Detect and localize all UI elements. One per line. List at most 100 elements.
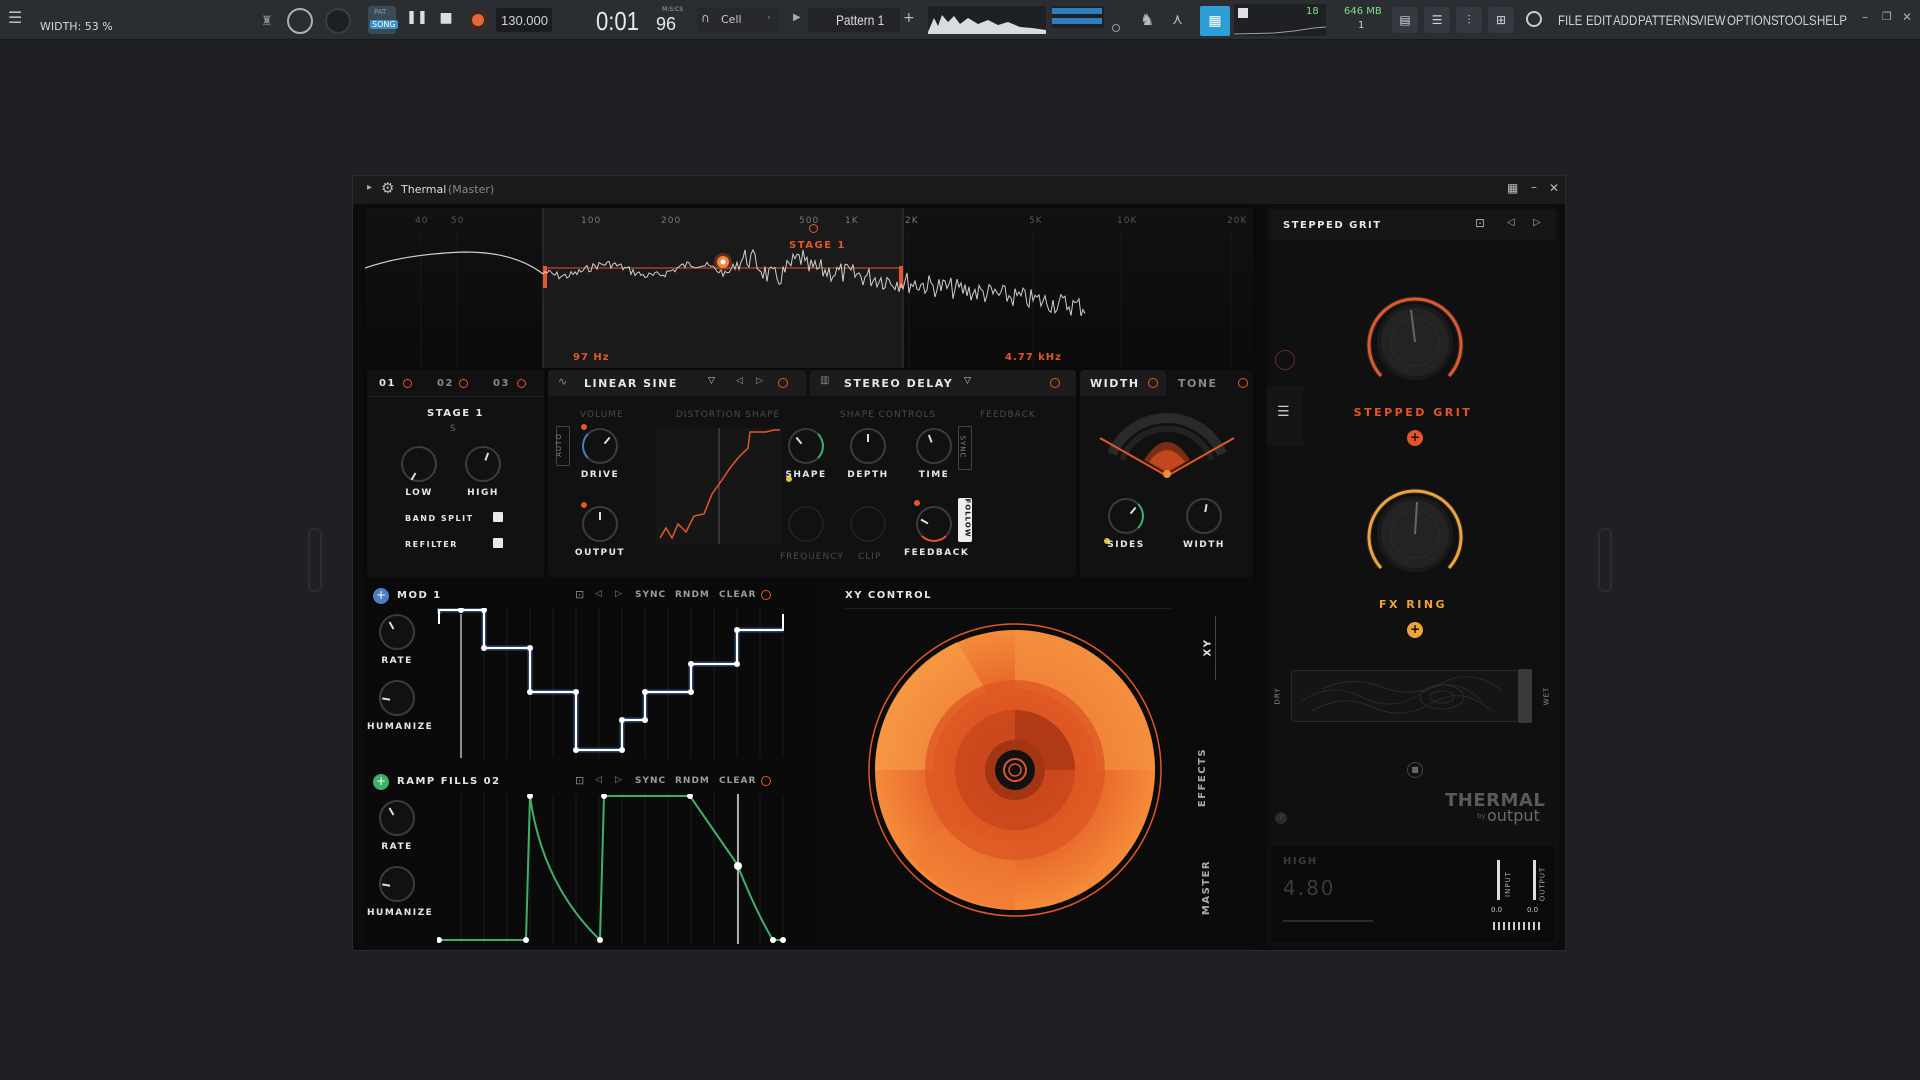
channel-rack-button[interactable]: ☰ (1424, 7, 1450, 33)
mod2-next-icon[interactable]: ▷ (615, 775, 622, 785)
time-knob[interactable] (916, 428, 952, 464)
width-power-icon[interactable] (1148, 378, 1158, 388)
window-menu-icon[interactable]: ▦ (1507, 181, 1518, 195)
song-position[interactable]: 0:01 M:S:CS 96 (594, 4, 684, 36)
distortion-dropdown-icon[interactable]: ▽ (708, 376, 715, 386)
plugin-picker-button[interactable]: ⊞ (1488, 7, 1514, 33)
menu-view[interactable]: VIEW (1696, 12, 1725, 28)
clip-knob[interactable] (850, 506, 886, 542)
menu-tools[interactable]: TOOLS (1778, 12, 1817, 28)
stop-button[interactable]: ■ (435, 10, 457, 32)
feedback-knob[interactable] (916, 506, 952, 542)
tab-width[interactable]: WIDTH (1090, 377, 1140, 390)
collapse-arrow-icon[interactable]: ▸ (367, 182, 372, 193)
sides-knob[interactable] (1108, 498, 1144, 534)
play-pattern-icon[interactable]: ▶ (793, 12, 801, 23)
auto-gain-toggle[interactable]: AUTO (555, 426, 570, 466)
sync-toggle[interactable]: SYNC (958, 426, 972, 470)
mod1-prev-icon[interactable]: ◁ (595, 589, 602, 599)
mod1-name[interactable]: MOD 1 (397, 590, 442, 601)
depth-knob[interactable] (850, 428, 886, 464)
solo-button[interactable]: S (450, 424, 457, 434)
distortion-prev-icon[interactable]: ◁ (736, 376, 743, 386)
pat-song-toggle[interactable]: PAT SONG (368, 6, 398, 34)
macro2-add-icon[interactable]: + (1407, 622, 1423, 638)
drive-knob[interactable] (582, 428, 618, 464)
toolbar-menu-icon[interactable]: ☰ (8, 8, 32, 32)
power-icon[interactable] (1526, 11, 1542, 27)
preset-prev-icon[interactable]: ◁ (1507, 217, 1515, 228)
pause-button[interactable]: ❚❚ (406, 10, 428, 32)
distortion-power-icon[interactable] (778, 378, 788, 388)
macro1-add-icon[interactable]: + (1407, 430, 1423, 446)
mod2-step-editor[interactable] (437, 794, 813, 944)
menu-file[interactable]: FILE (1558, 12, 1582, 28)
mod1-step-editor[interactable] (437, 608, 813, 758)
macro2-knob[interactable] (1359, 478, 1471, 590)
gear-icon[interactable]: ⚙ (381, 179, 394, 197)
side-tab-effects[interactable]: EFFECTS (1197, 748, 1208, 807)
playlist-button[interactable]: ▤ (1392, 7, 1418, 33)
metronome-icon[interactable]: ♜ (261, 14, 273, 29)
stage-01-power-icon[interactable] (403, 379, 412, 388)
distortion-shape-graph[interactable] (656, 428, 782, 544)
high-knob[interactable] (465, 446, 501, 482)
width-knob[interactable] (1186, 498, 1222, 534)
side-power-icon[interactable] (1275, 350, 1295, 370)
stage-03-power-icon[interactable] (517, 379, 526, 388)
pattern-selector[interactable]: Pattern 1 (808, 8, 900, 32)
app-maximize-icon[interactable]: ❐ (1882, 10, 1892, 23)
typing-keyboard-icon[interactable]: ♞ (1140, 10, 1154, 29)
record-button[interactable] (467, 9, 489, 31)
shape-knob[interactable] (788, 428, 824, 464)
mod2-humanize-knob[interactable] (379, 866, 415, 902)
menu-patterns[interactable]: PATTERNS (1638, 12, 1698, 28)
mod2-rndm-button[interactable]: RNDM (675, 776, 710, 786)
stage-band-power-icon[interactable] (809, 224, 818, 233)
delay-power-icon[interactable] (1050, 378, 1060, 388)
mixer-button[interactable]: ⫶ (1456, 7, 1482, 33)
recording-mode-button[interactable]: ▦ (1200, 6, 1230, 36)
low-knob[interactable] (401, 446, 437, 482)
mod1-clear-button[interactable]: CLEAR (719, 590, 756, 600)
stage-02-power-icon[interactable] (459, 379, 468, 388)
add-pattern-icon[interactable]: + (903, 10, 915, 26)
dry-wet-slider[interactable] (1291, 669, 1532, 723)
mod2-save-icon[interactable]: ⊡ (575, 774, 584, 787)
step-edit-icon[interactable]: ⋏ (1172, 10, 1183, 28)
window-minimize-icon[interactable]: – (1531, 180, 1537, 194)
preset-next-icon[interactable]: ▷ (1533, 217, 1541, 228)
side-tab-master[interactable]: MASTER (1201, 860, 1212, 915)
mod1-power-icon[interactable] (761, 590, 771, 600)
tab-stage-03[interactable]: 03 (493, 378, 510, 389)
mod2-name[interactable]: RAMP FILLS 02 (397, 776, 501, 787)
menu-add[interactable]: ADD (1613, 12, 1637, 28)
mod2-add-icon[interactable]: + (373, 774, 389, 790)
follow-toggle[interactable]: FOLLOW (958, 498, 972, 542)
mod1-sync-button[interactable]: SYNC (635, 590, 666, 600)
distortion-name[interactable]: LINEAR SINE (584, 377, 678, 390)
preset-save-icon[interactable]: ⊡ (1475, 216, 1485, 230)
band-split-checkbox[interactable] (493, 512, 503, 522)
frequency-knob[interactable] (788, 506, 824, 542)
menu-options[interactable]: OPTIONS (1727, 12, 1779, 28)
tempo-display[interactable]: 130.000 (496, 8, 552, 32)
tab-tone[interactable]: TONE (1178, 377, 1218, 390)
mod2-prev-icon[interactable]: ◁ (595, 775, 602, 785)
refilter-checkbox[interactable] (493, 538, 503, 548)
mod2-power-icon[interactable] (761, 776, 771, 786)
spectrum-analyzer[interactable]: 40 50 100 200 500 1K 2K 5K 10K 20K STAGE… (365, 208, 1253, 368)
master-volume-knob[interactable] (287, 8, 313, 34)
delay-dropdown-icon[interactable]: ▽ (964, 376, 971, 386)
macro1-knob[interactable] (1359, 286, 1471, 398)
distortion-next-icon[interactable]: ▷ (756, 376, 763, 386)
master-pitch-knob[interactable] (325, 8, 351, 34)
mod1-rate-knob[interactable] (379, 614, 415, 650)
delay-name[interactable]: STEREO DELAY (844, 377, 953, 390)
dry-wet-handle[interactable] (1518, 669, 1532, 723)
tone-power-icon[interactable] (1238, 378, 1248, 388)
mod1-rndm-button[interactable]: RNDM (675, 590, 710, 600)
tab-stage-02[interactable]: 02 (437, 378, 454, 389)
mod2-sync-button[interactable]: SYNC (635, 776, 666, 786)
preset-name[interactable]: STEPPED GRIT (1283, 220, 1382, 231)
